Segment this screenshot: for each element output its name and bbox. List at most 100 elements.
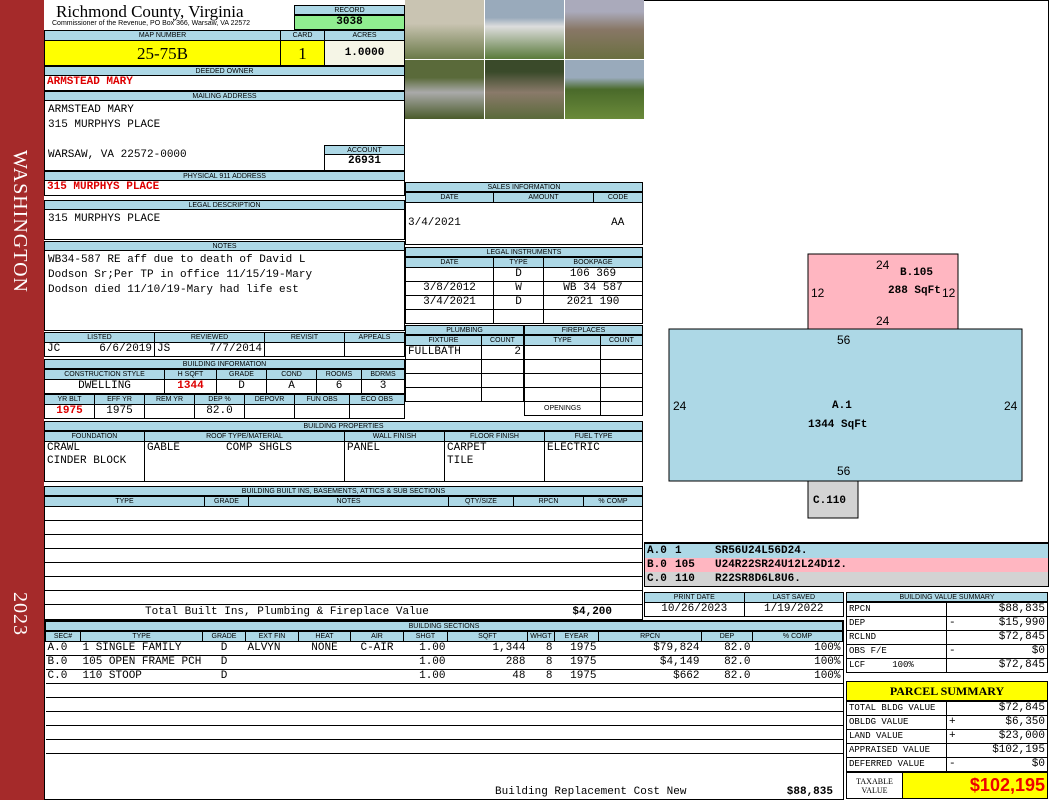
parcel-row: OBLDG VALUE + $6,350 xyxy=(846,715,1048,730)
sales-header: CODE xyxy=(593,192,643,203)
bi-header: FUN OBS xyxy=(294,394,350,405)
summary-label: DEP xyxy=(846,616,947,631)
map-number: 25-75B xyxy=(44,40,281,66)
section-cell: D xyxy=(202,641,246,656)
section-header: % COMP xyxy=(752,631,843,642)
section-header: HEAT xyxy=(298,631,351,642)
value-summary-label: BUILDING VALUE SUMMARY xyxy=(846,592,1048,602)
section-cell xyxy=(554,711,599,726)
mailing-label: MAILING ADDRESS xyxy=(44,91,405,101)
plumbing-header: FIXTURE xyxy=(405,335,482,346)
section-cell: 105 OPEN FRAME PCH xyxy=(80,655,203,670)
section-cell xyxy=(350,725,404,740)
value_summary-row: RPCN $88,835 xyxy=(846,602,1048,617)
area-code: A.1 xyxy=(832,400,852,412)
section-cell xyxy=(598,711,702,726)
construction-style: DWELLING xyxy=(44,379,165,394)
section-cell xyxy=(45,725,81,740)
reviewed-by: JS xyxy=(157,343,171,356)
mailing-address: MAILING ADDRESS ARMSTEAD MARY 315 MURPHY… xyxy=(44,91,405,171)
photo-thumbnail[interactable] xyxy=(565,60,644,119)
value_summary-row: DEP - $15,990 xyxy=(846,616,1048,631)
fireplace-header: COUNT xyxy=(600,335,643,346)
summary-value: $88,835 xyxy=(962,602,1048,617)
builtin-header: QTY/SIZE xyxy=(448,496,514,507)
bi-header: ECO OBS xyxy=(349,394,405,405)
parcel-row: APPRAISED VALUE $102,195 xyxy=(846,743,1048,758)
prop-header: WALL FINISH xyxy=(344,431,445,442)
section-cell xyxy=(80,697,203,712)
section-cell: 82.0 xyxy=(701,669,753,684)
legal-label: LEGAL DESCRIPTION xyxy=(44,200,405,210)
instruments-label: LEGAL INSTRUMENTS xyxy=(405,247,643,257)
summary-label: LAND VALUE xyxy=(846,729,947,744)
record-number: 3038 xyxy=(294,15,405,30)
section-cell: 1975 xyxy=(554,641,599,656)
builtin-header: % COMP xyxy=(583,496,643,507)
parcel-row: LAND VALUE + $23,000 xyxy=(846,729,1048,744)
instr-date: 3/8/2012 xyxy=(405,281,494,296)
section-cell xyxy=(752,683,843,698)
sketch-code-row: A.0 1 SR56U24L56D24. xyxy=(645,544,1048,558)
section-cell xyxy=(527,697,555,712)
section-cell: 48 xyxy=(447,669,528,684)
section-cell xyxy=(80,711,203,726)
parcel-summary: PARCEL SUMMARY TOTAL BLDG VALUE $72,845 OB… xyxy=(846,681,1048,799)
photo-thumbnail[interactable] xyxy=(405,0,484,59)
building-properties: BUILDING PROPERTIES FOUNDATION ROOF TYPE/… xyxy=(44,421,643,482)
rcn-label: Building Replacement Cost New xyxy=(495,786,687,798)
bi-header: CONSTRUCTION STYLE xyxy=(44,369,165,380)
summary-value: $0 xyxy=(962,757,1048,772)
dim-label: 56 xyxy=(837,333,851,347)
fireplaces: FIREPLACES TYPE COUNT OPENINGS xyxy=(524,325,643,416)
sales-header: AMOUNT xyxy=(493,192,594,203)
reviewed-date: 7/7/2014 xyxy=(209,343,262,356)
fuel-type: ELECTRIC xyxy=(544,441,643,482)
value_summary-row: RCLND $72,845 xyxy=(846,630,1048,645)
section-cell xyxy=(403,697,448,712)
section-row xyxy=(45,711,843,726)
section-cell xyxy=(447,725,528,740)
fixture-count: 2 xyxy=(481,345,524,360)
photo-thumbnail[interactable] xyxy=(565,0,644,59)
section-cell xyxy=(701,725,753,740)
section-cell xyxy=(350,669,404,684)
effective-year: 1975 xyxy=(94,404,145,419)
section-cell xyxy=(447,697,528,712)
last-saved: 1/19/2022 xyxy=(743,602,844,617)
notes: NOTES WB34-587 RE aff due to death of Da… xyxy=(44,241,405,331)
tax-year: 2023 xyxy=(9,592,31,636)
summary-label: RCLND xyxy=(846,630,947,645)
photo-thumbnail[interactable] xyxy=(485,0,564,59)
section-cell xyxy=(202,697,246,712)
instr-header: TYPE xyxy=(493,257,544,268)
owner-label: DEEDED OWNER xyxy=(44,66,405,76)
section-cell xyxy=(80,725,203,740)
notes-label: NOTES xyxy=(44,241,405,251)
card-number: 1 xyxy=(280,40,325,66)
section-header: SQFT xyxy=(447,631,528,642)
summary-value: $6,350 xyxy=(962,715,1048,730)
section-cell xyxy=(752,711,843,726)
section-cell: $4,149 xyxy=(598,655,702,670)
section-header: GRADE xyxy=(202,631,246,642)
prop-header: FLOOR FINISH xyxy=(444,431,545,442)
section-cell: D xyxy=(202,669,246,684)
section-cell xyxy=(202,711,246,726)
heated-sqft: 1344 xyxy=(164,379,217,394)
section-cell: A.0 xyxy=(45,641,81,656)
summary-sign xyxy=(946,602,963,617)
reviewed-header: REVIEWED xyxy=(154,332,265,343)
bi-header: YR BLT xyxy=(44,394,95,405)
area-code: C.110 xyxy=(813,495,846,507)
sales-information: SALES INFORMATION DATE AMOUNT CODE 3/4/202… xyxy=(405,182,643,245)
photo-thumbnail[interactable] xyxy=(485,60,564,119)
dep-override xyxy=(244,404,295,419)
photo-thumbnail[interactable] xyxy=(405,60,484,119)
section-cell: B.0 xyxy=(45,655,81,670)
instr-type: W xyxy=(493,281,544,296)
section-header: DEP xyxy=(701,631,753,642)
section-cell xyxy=(350,711,404,726)
section-cell xyxy=(350,739,404,754)
section-cell xyxy=(527,725,555,740)
